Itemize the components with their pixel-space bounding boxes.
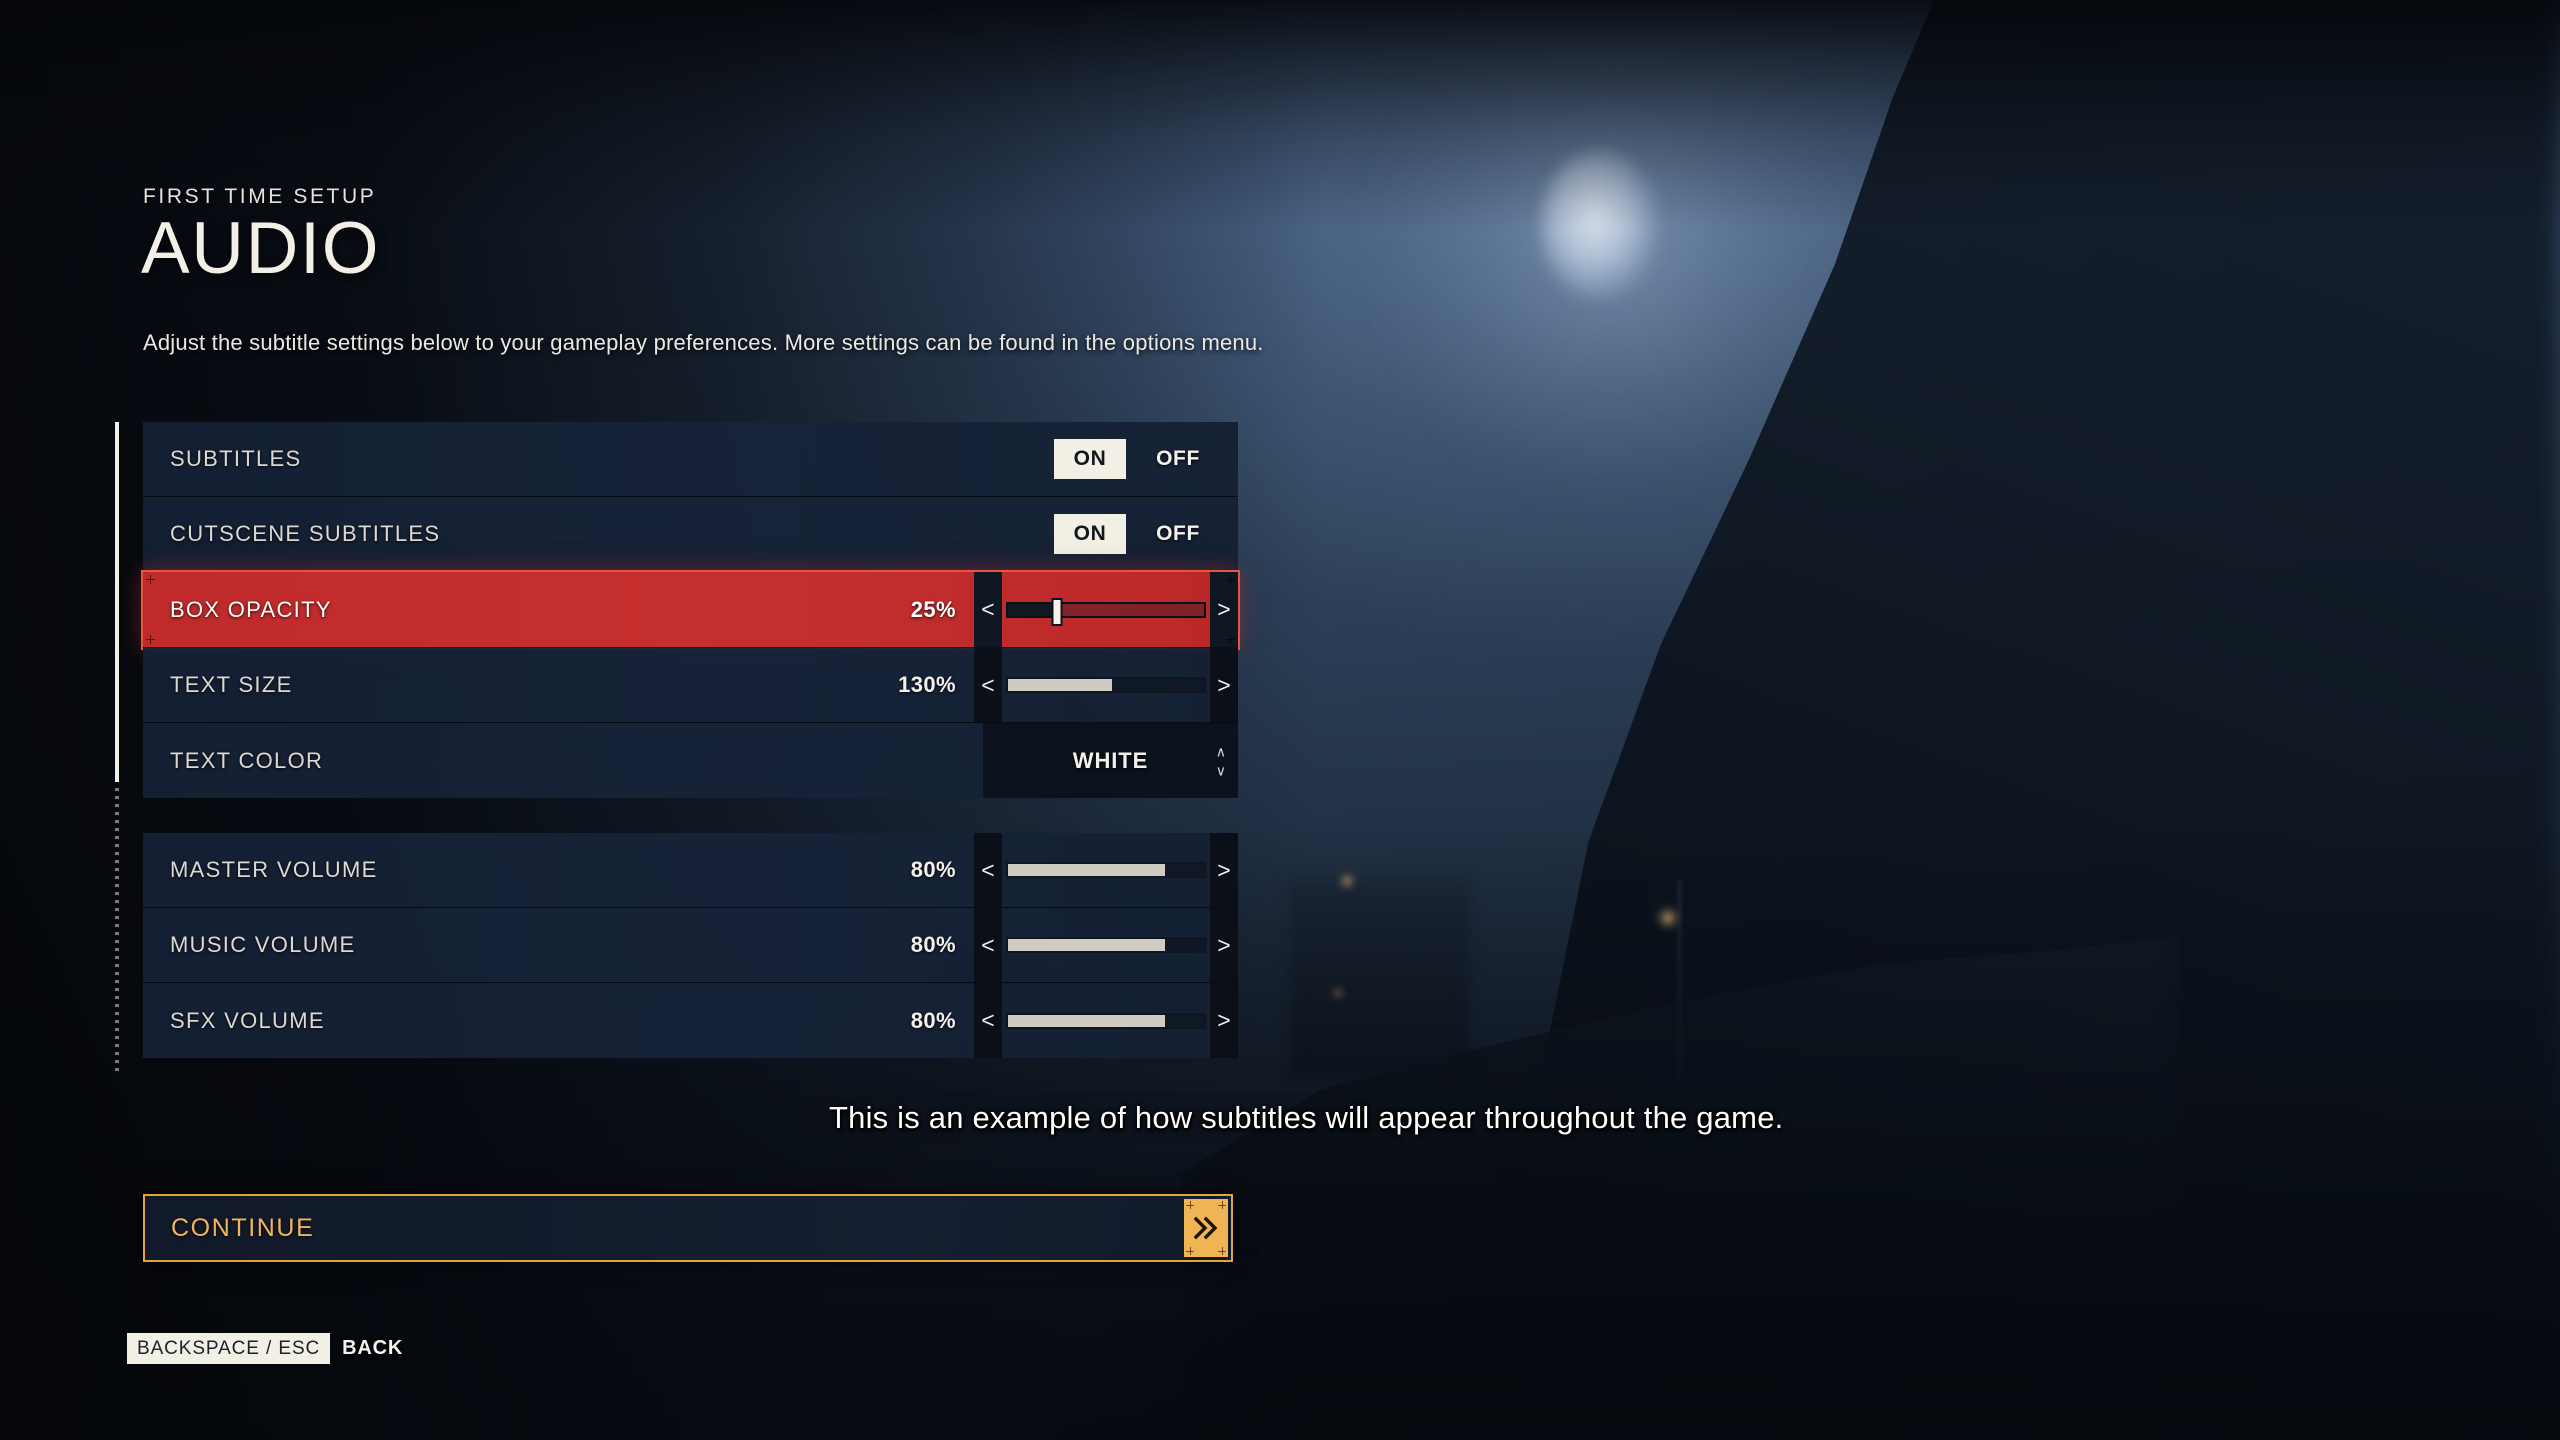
- slider-fill: [1008, 679, 1112, 691]
- decrease-arrow-icon[interactable]: <: [974, 983, 1002, 1058]
- continue-button[interactable]: CONTINUE: [143, 1194, 1233, 1262]
- dropdown-value: WHITE: [1072, 747, 1149, 773]
- cutscene-subtitles-toggle[interactable]: ON OFF: [1054, 514, 1214, 554]
- setting-row-subtitles[interactable]: SUBTITLES ON OFF: [143, 422, 1238, 497]
- setting-label: TEXT SIZE: [170, 672, 293, 697]
- chevron-down-icon[interactable]: ∨: [1216, 763, 1226, 777]
- setting-value: 25%: [910, 596, 956, 622]
- text-size-slider-control[interactable]: < >: [974, 648, 1238, 722]
- setting-row-text-size[interactable]: TEXT SIZE 130% < >: [143, 648, 1238, 723]
- toggle-off-option[interactable]: OFF: [1142, 514, 1214, 554]
- back-action-label: BACK: [342, 1337, 404, 1359]
- increase-arrow-icon[interactable]: >: [1210, 648, 1238, 722]
- corner-marker: [146, 575, 155, 584]
- scroll-indicator-thumb: [115, 422, 119, 782]
- sfx-volume-slider-track[interactable]: [1006, 1012, 1206, 1029]
- setting-label: MASTER VOLUME: [170, 857, 378, 882]
- corner-marker: [1186, 1247, 1194, 1255]
- continue-button-label: CONTINUE: [171, 1213, 315, 1242]
- decrease-arrow-icon[interactable]: <: [974, 648, 1002, 722]
- decrease-arrow-icon[interactable]: <: [974, 572, 1002, 647]
- increase-arrow-icon[interactable]: >: [1210, 833, 1238, 907]
- scroll-indicator[interactable]: [115, 422, 119, 1072]
- volume-settings-group: MASTER VOLUME 80% < > MUSIC VOLUME 80% <…: [143, 833, 1238, 1058]
- box-opacity-slider-track[interactable]: [1006, 597, 1206, 626]
- subtitle-settings-group: SUBTITLES ON OFF CUTSCENE SUBTITLES ON O…: [143, 422, 1238, 798]
- corner-marker: [1218, 1201, 1226, 1209]
- increase-arrow-icon[interactable]: >: [1210, 908, 1238, 982]
- setting-label: TEXT COLOR: [170, 747, 324, 773]
- setting-value: 80%: [910, 932, 956, 957]
- setting-row-music-volume[interactable]: MUSIC VOLUME 80% < >: [143, 908, 1238, 983]
- master-volume-slider-control[interactable]: < >: [974, 833, 1238, 907]
- master-volume-slider-track[interactable]: [1006, 862, 1206, 878]
- subtitle-preview-box: This is an example of how subtitles will…: [815, 1093, 1798, 1143]
- music-volume-slider-control[interactable]: < >: [974, 908, 1238, 982]
- subtitles-toggle[interactable]: ON OFF: [1054, 439, 1214, 479]
- setting-row-sfx-volume[interactable]: SFX VOLUME 80% < >: [143, 983, 1238, 1058]
- increase-arrow-icon[interactable]: >: [1210, 983, 1238, 1058]
- text-color-dropdown[interactable]: WHITE ∧ ∨: [983, 723, 1238, 798]
- setting-value: 130%: [898, 672, 956, 697]
- dropdown-steppers[interactable]: ∧ ∨: [1216, 744, 1226, 777]
- sfx-volume-slider-control[interactable]: < >: [974, 983, 1238, 1058]
- back-keycap[interactable]: BACKSPACE / ESC: [127, 1333, 331, 1364]
- slider-fill: [1008, 939, 1165, 951]
- box-opacity-slider-control[interactable]: < >: [974, 572, 1238, 647]
- decrease-arrow-icon[interactable]: <: [974, 833, 1002, 907]
- setting-label: SUBTITLES: [170, 446, 302, 471]
- scroll-indicator-track: [115, 788, 119, 1072]
- slider-thumb[interactable]: [1051, 597, 1063, 626]
- toggle-off-option[interactable]: OFF: [1142, 439, 1214, 479]
- setting-value: 80%: [910, 1007, 956, 1033]
- page-title: AUDIO: [141, 208, 381, 289]
- slider-fill: [1008, 603, 1057, 616]
- decrease-arrow-icon[interactable]: <: [974, 908, 1002, 982]
- corner-marker: [146, 635, 155, 644]
- setting-label: SFX VOLUME: [170, 1007, 325, 1033]
- corner-marker: [1226, 635, 1235, 644]
- corner-marker: [1186, 1201, 1194, 1209]
- setting-value: 80%: [910, 857, 956, 882]
- toggle-on-option[interactable]: ON: [1054, 514, 1126, 554]
- footer-hint: BACKSPACE / ESC BACK: [127, 1333, 403, 1364]
- corner-marker: [1226, 575, 1235, 584]
- setting-label: BOX OPACITY: [170, 596, 332, 622]
- setting-row-cutscene-subtitles[interactable]: CUTSCENE SUBTITLES ON OFF: [143, 497, 1238, 572]
- slider-fill: [1008, 1014, 1165, 1027]
- slider-fill: [1008, 864, 1165, 876]
- text-size-slider-track[interactable]: [1006, 677, 1206, 693]
- setup-eyebrow: FIRST TIME SETUP: [143, 185, 377, 208]
- chevron-up-icon[interactable]: ∧: [1216, 744, 1226, 758]
- setting-row-text-color[interactable]: TEXT COLOR WHITE ∧ ∨: [143, 723, 1238, 798]
- toggle-on-option[interactable]: ON: [1054, 439, 1126, 479]
- setting-label: CUTSCENE SUBTITLES: [170, 521, 441, 546]
- double-chevron-right-icon[interactable]: [1184, 1199, 1228, 1257]
- music-volume-slider-track[interactable]: [1006, 937, 1206, 953]
- setting-row-box-opacity[interactable]: BOX OPACITY 25% < >: [143, 572, 1238, 648]
- page-description: Adjust the subtitle settings below to yo…: [143, 330, 1264, 355]
- subtitle-preview-text: This is an example of how subtitles will…: [829, 1100, 1784, 1135]
- setting-label: MUSIC VOLUME: [170, 932, 356, 957]
- setting-row-master-volume[interactable]: MASTER VOLUME 80% < >: [143, 833, 1238, 908]
- corner-marker: [1218, 1247, 1226, 1255]
